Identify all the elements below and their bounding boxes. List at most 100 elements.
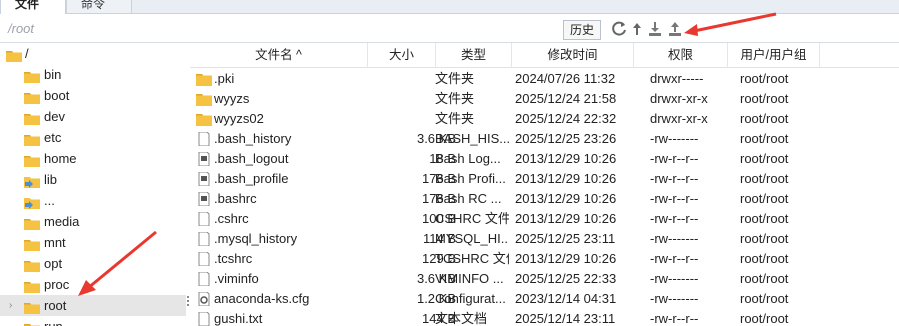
refresh-icon[interactable] xyxy=(610,20,628,38)
cell-name: .tcshrc xyxy=(214,251,253,266)
cell-owner: root/root xyxy=(740,291,789,306)
cell-type: Bash Profi... xyxy=(435,171,506,186)
path-input[interactable]: /root xyxy=(8,21,34,36)
cell-permissions: drwxr----- xyxy=(650,71,704,86)
cell-permissions: -rw------- xyxy=(650,291,699,306)
cell-owner: root/root xyxy=(740,311,789,326)
table-row[interactable]: wyyzs02 文件夹 2025/12/24 22:32 drwxr-xr-x root… xyxy=(190,109,899,129)
table-row[interactable]: .mysql_history 114 B MYSQL_HI... 2025/12/25… xyxy=(190,229,899,249)
document-icon xyxy=(196,191,212,207)
grip-dot xyxy=(187,304,189,306)
table-row[interactable]: .bashrc 176 B Bash RC ... 2013/12/29 10:26-… xyxy=(190,189,899,209)
column-header-permissions[interactable]: 权限 xyxy=(634,43,728,68)
file-icon xyxy=(196,131,212,147)
cell-name: gushi.txt xyxy=(214,311,263,326)
folder-icon xyxy=(24,89,40,104)
cell-owner: root/root xyxy=(740,251,789,266)
cell-name: .bash_history xyxy=(214,131,292,146)
cell-modified: 2013/12/29 10:26 xyxy=(515,151,617,166)
download-icon[interactable] xyxy=(646,20,664,38)
cell-owner: root/root xyxy=(740,71,789,86)
cell-owner: root/root xyxy=(740,231,789,246)
tree-item-dots[interactable]: ... xyxy=(0,190,186,211)
tree-item-etc[interactable]: etc xyxy=(0,127,186,148)
cell-modified: 2013/12/29 10:26 xyxy=(515,251,617,266)
cell-name: anaconda-ks.cfg xyxy=(214,291,310,306)
cell-type: 文件夹 xyxy=(435,91,475,106)
table-row[interactable]: .bash_profile 176 B Bash Profi... 2013/12/2… xyxy=(190,169,899,189)
cell-modified: 2023/12/14 04:31 xyxy=(515,291,617,306)
folder-icon xyxy=(24,215,40,230)
cell-name: .bash_profile xyxy=(214,171,289,186)
folder-icon xyxy=(24,320,40,326)
document-icon xyxy=(196,151,212,167)
column-header-modified[interactable]: 修改时间 xyxy=(512,43,634,68)
file-icon xyxy=(196,271,212,287)
folder-icon xyxy=(24,110,40,125)
tree-item-label: ... xyxy=(44,193,55,208)
cell-owner: root/root xyxy=(740,151,789,166)
cell-modified: 2013/12/29 10:26 xyxy=(515,171,617,186)
cell-owner: root/root xyxy=(740,131,789,146)
cell-name: .mysql_history xyxy=(214,231,298,246)
column-header-type[interactable]: 类型 xyxy=(436,43,512,68)
table-row[interactable]: .bash_history 3.6 KB BASH_HIS... 2025/12/25… xyxy=(190,129,899,149)
tree-item-label: / xyxy=(25,46,29,61)
table-row[interactable]: .tcshrc129 BTCSHRC 文件2013/12/29 10:26-rw… xyxy=(190,249,899,269)
cell-permissions: -rw-r--r-- xyxy=(650,211,699,226)
cell-type: Configurat... xyxy=(435,291,506,306)
column-header-name[interactable]: 文件名 ^ xyxy=(190,43,368,68)
cell-type: BASH_HIS... xyxy=(435,131,509,146)
tree-item-label: proc xyxy=(44,277,70,292)
cell-modified: 2013/12/29 10:26 xyxy=(515,191,617,206)
tree-item-root-dir[interactable]: / xyxy=(0,43,186,64)
tree-item-label: etc xyxy=(44,130,62,145)
tree-item-dev[interactable]: dev xyxy=(0,106,186,127)
tree-item-label: bin xyxy=(44,67,62,82)
cell-modified: 2024/07/26 11:32 xyxy=(515,71,616,86)
folder-icon xyxy=(196,112,212,126)
table-row[interactable]: gushi.txt 144 B 文本文档 2025/12/14 23:11 -rw-r-… xyxy=(190,309,899,326)
cell-modified: 2025/12/14 23:11 xyxy=(515,311,616,326)
file-icon xyxy=(196,251,212,267)
tree-item-label: dev xyxy=(44,109,65,124)
table-row[interactable]: wyyzs 文件夹 2025/12/24 21:58 drwxr-xr-x root/r… xyxy=(190,89,899,109)
tree-item-lib[interactable]: lib xyxy=(0,169,186,190)
cell-type: 文件夹 xyxy=(435,111,475,126)
grip-dot xyxy=(187,300,189,302)
chevron-right-icon[interactable]: › xyxy=(9,295,12,316)
annotation-arrow-root xyxy=(78,230,157,296)
tree-item-boot[interactable]: boot xyxy=(0,85,186,106)
tree-item-run[interactable]: run xyxy=(0,316,186,326)
tree-item-label: home xyxy=(44,151,77,166)
cell-modified: 2025/12/24 22:32 xyxy=(515,111,617,126)
up-directory-icon[interactable] xyxy=(628,20,646,38)
column-header-owner[interactable]: 用户/用户组 xyxy=(728,43,820,68)
tree-item-bin[interactable]: bin xyxy=(0,64,186,85)
cell-name: .bash_logout xyxy=(214,151,289,166)
config-file-icon xyxy=(196,291,212,307)
file-icon xyxy=(196,231,212,247)
table-row[interactable]: .viminfo 3.6 KB VIMINFO ... 2025/12/25 22:3… xyxy=(190,269,899,289)
folder-link-icon xyxy=(24,173,40,188)
table-row[interactable]: .bash_logout 18 B Bash Log... 2013/12/29 10… xyxy=(190,149,899,169)
cell-permissions: -rw-r--r-- xyxy=(650,191,699,206)
tab-commands[interactable]: 命令 xyxy=(66,0,132,14)
cell-type: CSHRC 文件 xyxy=(435,211,509,226)
table-row[interactable]: .pki 文件夹 2024/07/26 11:32 drwxr----- root/ro… xyxy=(190,69,899,89)
table-row[interactable]: anaconda-ks.cfg 1.2 KB Configurat... 2023/1… xyxy=(190,289,899,309)
cell-modified: 2025/12/25 22:33 xyxy=(515,271,617,286)
tree-item-label: opt xyxy=(44,256,63,271)
history-button[interactable]: 历史 xyxy=(563,20,601,40)
column-header-size[interactable]: 大小 xyxy=(368,43,436,68)
cell-name: .pki xyxy=(214,71,235,86)
folder-icon xyxy=(24,152,40,167)
cell-permissions: -rw-r--r-- xyxy=(650,311,699,326)
table-row[interactable]: .cshrc 100 B CSHRC 文件 2013/12/29 10:26 -rw-r… xyxy=(190,209,899,229)
document-icon xyxy=(196,171,212,187)
cell-name: .viminfo xyxy=(214,271,259,286)
tree-item-home[interactable]: home xyxy=(0,148,186,169)
folder-icon xyxy=(24,68,40,83)
tree-item-label: root xyxy=(44,298,67,313)
tab-files[interactable]: 文件 xyxy=(0,0,66,14)
